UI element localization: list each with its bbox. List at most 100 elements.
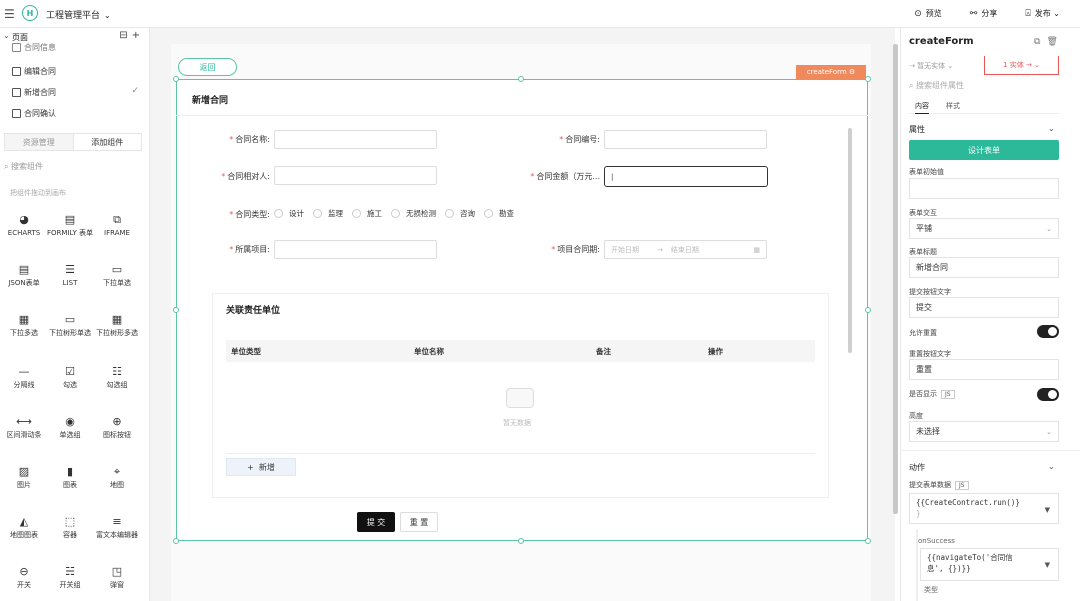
component-item[interactable]: ⊕ 图标按钮: [93, 415, 141, 440]
component-item[interactable]: ⬚ 容器: [46, 515, 94, 540]
table-header: 单位类型 单位名称 备注 操作: [226, 340, 815, 362]
chevron-down-icon[interactable]: ⌄: [1048, 124, 1055, 133]
add-label: 新增: [258, 462, 275, 472]
canvas-scrollbar[interactable]: [893, 44, 898, 514]
design-form-button[interactable]: 设计表单: [909, 140, 1059, 160]
radio-option[interactable]: 无损检测: [391, 208, 436, 219]
left-panel: ⌄ 页面 ⊟+ 合同信息 编辑合同 新增合同 ✓ 合同确认 资源管理 添加组件 …: [0, 28, 150, 601]
component-item[interactable]: ▤ JSON表单: [0, 263, 48, 288]
page-item[interactable]: 合同信息: [12, 42, 56, 53]
radio-option[interactable]: 勘查: [484, 208, 514, 219]
radio-option[interactable]: 设计: [274, 208, 304, 219]
tab-add-component[interactable]: 添加组件: [72, 134, 141, 150]
contract-no-input[interactable]: [604, 130, 767, 149]
submit-text-input[interactable]: 提交: [909, 297, 1059, 318]
preview-button[interactable]: ⊙ 预览: [914, 8, 942, 19]
component-item[interactable]: ▮ 图表: [46, 465, 94, 490]
resize-handle[interactable]: [865, 538, 871, 544]
delete-icon[interactable]: 🗑: [1046, 37, 1063, 47]
radio-option[interactable]: 咨询: [445, 208, 475, 219]
app-title[interactable]: 工程管理平台 ⌄: [46, 8, 111, 21]
form-title-input[interactable]: 新增合同: [909, 257, 1059, 278]
initial-value-input[interactable]: [909, 178, 1059, 199]
visible-toggle[interactable]: [1037, 388, 1059, 401]
share-button[interactable]: ⚯ 分享: [970, 8, 998, 19]
form-scrollbar[interactable]: [848, 128, 852, 353]
tree-select-icon: ▭: [64, 313, 76, 326]
back-button[interactable]: 返回: [178, 58, 237, 76]
publish-button[interactable]: ⍓ 发布 ⌄: [1025, 8, 1060, 19]
resize-handle[interactable]: [173, 76, 179, 82]
resize-handle[interactable]: [518, 76, 524, 82]
add-page-icon[interactable]: +: [132, 30, 144, 41]
chevron-down-icon: ⌄: [104, 11, 111, 20]
resize-handle[interactable]: [173, 307, 179, 313]
component-item[interactable]: ⧉ IFRAME: [93, 213, 141, 238]
iframe-icon: ⧉: [113, 213, 121, 226]
instance-selector[interactable]: ⇢ 暂无实体 ⌄: [909, 61, 953, 71]
on-success-code-editor[interactable]: {{navigateTo('合同信 息', {})}} ▼: [920, 548, 1059, 581]
list-icon: ☰: [65, 263, 75, 276]
instance-count[interactable]: 1 实体 → ⌄: [984, 56, 1059, 75]
page-item[interactable]: 合同确认: [12, 108, 56, 119]
component-item[interactable]: ◉ 单选组: [46, 415, 94, 440]
menu-icon[interactable]: ☰: [4, 7, 15, 21]
component-label: FORMILY 表单: [47, 229, 93, 237]
period-date-range[interactable]: 开始日期 → 结束日期 ▦: [604, 240, 767, 259]
height-select[interactable]: 未选择 ⌄: [909, 421, 1059, 442]
component-item[interactable]: ▦ 下拉树形多选: [93, 313, 141, 338]
allow-reset-toggle[interactable]: [1037, 325, 1059, 338]
component-item[interactable]: ◕ ECHARTS: [0, 213, 48, 238]
component-item[interactable]: ◳ 弹窗: [93, 565, 141, 590]
copy-icon[interactable]: ⧉: [1034, 37, 1046, 47]
contract-name-input[interactable]: [274, 130, 437, 149]
component-item[interactable]: ☑ 勾选: [46, 365, 94, 390]
property-search-input[interactable]: ⌕ 搜索组件属性: [909, 80, 964, 91]
tab-style[interactable]: 样式: [946, 101, 960, 111]
page-layout-icon[interactable]: ⊟: [119, 30, 131, 41]
chevron-down-icon[interactable]: ⌄: [1048, 462, 1055, 471]
component-label: 图片: [17, 481, 31, 489]
selection-tag[interactable]: createForm ⚙: [796, 65, 866, 79]
component-search-input[interactable]: ⌕ 搜索组件: [4, 161, 144, 172]
radio-option[interactable]: 监理: [313, 208, 343, 219]
amount-input[interactable]: |: [604, 166, 768, 187]
resize-handle[interactable]: [518, 538, 524, 544]
js-badge[interactable]: JS: [955, 481, 969, 490]
component-item[interactable]: ▨ 图片: [0, 465, 48, 490]
radio-option[interactable]: 施工: [352, 208, 382, 219]
reset-text-input[interactable]: 重置: [909, 359, 1059, 380]
component-item[interactable]: ☰ LIST: [46, 263, 94, 288]
search-placeholder: 搜索组件属性: [916, 81, 965, 90]
component-item[interactable]: ☷ 勾选组: [93, 365, 141, 390]
component-item[interactable]: ⊖ 开关: [0, 565, 48, 590]
component-item[interactable]: ⟷ 区间滑动条: [0, 415, 48, 440]
submit-button[interactable]: 提 交: [357, 512, 395, 532]
top-actions: ⊙ 预览 ⚯ 分享 ⍓ 发布 ⌄: [914, 8, 1060, 19]
page-item[interactable]: 编辑合同: [12, 66, 56, 77]
collapse-icon[interactable]: ⌄: [3, 31, 10, 40]
component-item[interactable]: ◭ 地图图表: [0, 515, 48, 540]
interaction-select[interactable]: 平铺 ⌄: [909, 218, 1059, 239]
component-item[interactable]: ⌖ 地图: [93, 465, 141, 490]
project-select[interactable]: [274, 240, 437, 259]
component-item[interactable]: ▦ 下拉多选: [0, 313, 48, 338]
publish-label: 发布: [1034, 9, 1051, 18]
component-item[interactable]: — 分隔线: [0, 365, 48, 390]
component-item[interactable]: ≡ 富文本编辑器: [93, 515, 141, 540]
component-item[interactable]: ▭ 下拉树形单选: [46, 313, 94, 338]
resize-handle[interactable]: [865, 307, 871, 313]
component-item[interactable]: ▭ 下拉单选: [93, 263, 141, 288]
tab-content[interactable]: 内容: [915, 101, 929, 114]
icon-button-icon: ⊕: [112, 415, 122, 428]
add-row-button[interactable]: + 新增: [226, 458, 296, 476]
reset-button[interactable]: 重 置: [400, 512, 438, 532]
page-item-active[interactable]: 新增合同: [12, 87, 56, 98]
resize-handle[interactable]: [173, 538, 179, 544]
submit-code-editor[interactable]: {{CreateContract.run()} } ▼: [909, 493, 1059, 524]
js-badge[interactable]: JS: [941, 390, 955, 399]
component-item[interactable]: ▤ FORMILY 表单: [46, 213, 94, 238]
component-item[interactable]: ☵ 开关组: [46, 565, 94, 590]
counterparty-input[interactable]: [274, 166, 437, 185]
tab-resources[interactable]: 资源管理: [5, 134, 73, 150]
